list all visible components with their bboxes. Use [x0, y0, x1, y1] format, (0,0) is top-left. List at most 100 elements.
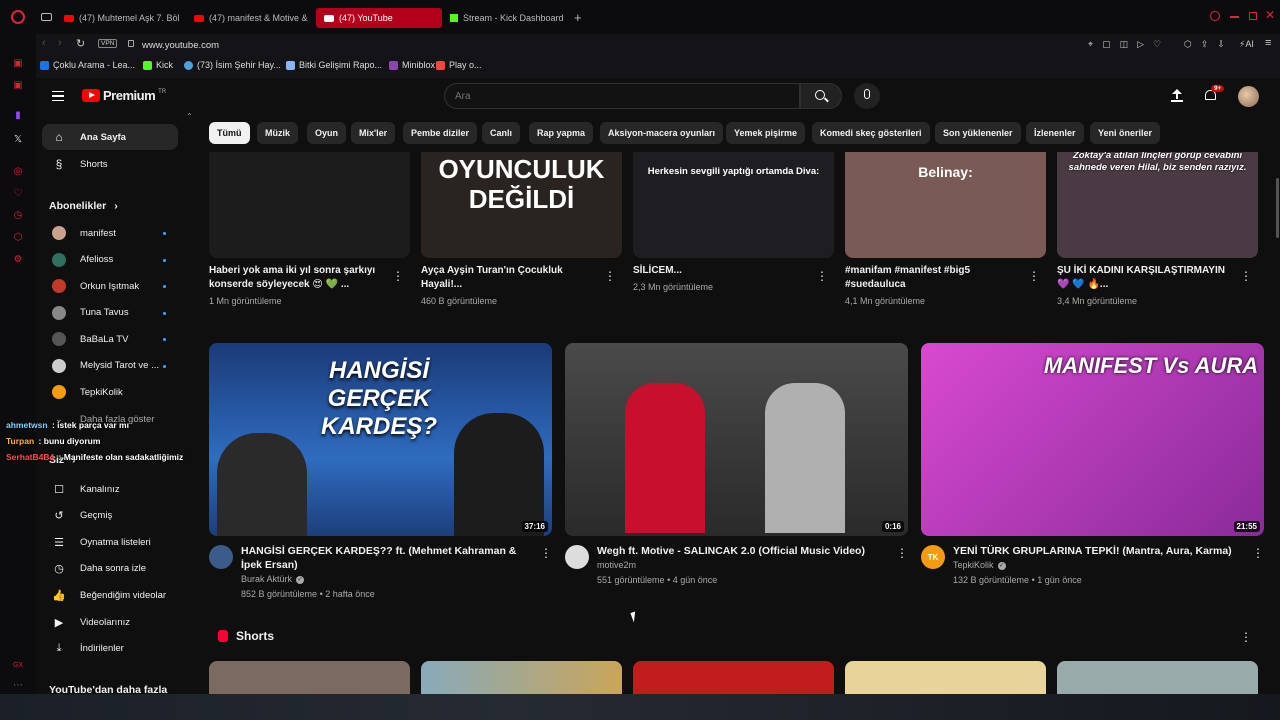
maximize-icon[interactable] — [1249, 12, 1257, 20]
sidebar-you-item[interactable]: ↺ Geçmiş — [42, 503, 178, 529]
more-actions-icon[interactable]: ⋮ — [392, 270, 404, 282]
sidebar-ai-icon[interactable]: ▣ — [12, 58, 24, 70]
bookmark-3[interactable]: (73) İsim Şehir Hay... — [184, 60, 281, 70]
sidebar-subscription[interactable]: Melysid Tarot ve ... — [42, 353, 178, 379]
more-actions-icon[interactable]: ⋮ — [816, 270, 828, 282]
more-actions-icon[interactable]: ⋮ — [896, 547, 908, 559]
sidebar-you-item[interactable]: ⤓ İndirilenler — [42, 636, 178, 662]
address-bar-actions[interactable]: ⌖▢◫▷♡ — [1088, 39, 1170, 50]
browser-tab-3-active[interactable]: (47) YouTube — [316, 8, 442, 28]
video-thumbnail[interactable]: MANIFEST Vs AURA 21:55 — [921, 343, 1264, 536]
create-upload-icon[interactable] — [1171, 88, 1183, 102]
channel-name[interactable]: motive2m — [597, 559, 636, 572]
sidebar-subscription[interactable]: TepkiKolik — [42, 379, 178, 405]
channel-name[interactable]: Burak Aktürk ✓ — [241, 573, 305, 586]
minimize-icon[interactable] — [1230, 16, 1239, 18]
filter-chip[interactable]: Son yüklenenler — [935, 122, 1021, 144]
reload-icon[interactable]: ↻ — [76, 37, 85, 50]
filter-chip[interactable]: İzlenenler — [1026, 122, 1084, 144]
short-thumbnail[interactable] — [421, 661, 622, 694]
filter-chip[interactable]: Rap yapma — [529, 122, 594, 144]
page-scrollbar[interactable] — [1276, 178, 1279, 238]
sidebar-you-item[interactable]: ◷ Daha sonra izle — [42, 556, 178, 582]
hamburger-menu-icon[interactable] — [52, 91, 64, 101]
video-thumbnail[interactable]: 0:16 — [565, 343, 908, 536]
filter-chip[interactable]: Oyun — [307, 122, 347, 144]
filter-chip[interactable]: Pembe diziler — [403, 122, 478, 144]
sidebar-subscription[interactable]: Tuna Tavus — [42, 300, 178, 326]
short-thumbnail[interactable] — [845, 661, 1046, 694]
sidebar-scroll-up-icon[interactable]: ⌃ — [186, 112, 193, 121]
bookmark-6[interactable]: Play o... — [436, 60, 482, 70]
gx-icon[interactable]: GX — [12, 660, 24, 672]
sidebar-aria-icon[interactable]: ▣ — [12, 80, 24, 92]
channel-avatar[interactable] — [565, 545, 589, 569]
sidebar-you-item[interactable]: ☰ Oynatma listeleri — [42, 529, 178, 555]
filter-chip[interactable]: Müzik — [257, 122, 299, 144]
sidebar-you-item[interactable]: ☐ Kanalınız — [42, 476, 178, 502]
ai-button[interactable]: ⚡AI — [1239, 39, 1254, 50]
channel-name[interactable]: TepkiKolik ✓ — [953, 559, 1006, 572]
sidebar-you-item[interactable]: 👍 Beğendiğim videolar — [42, 582, 178, 608]
subscriptions-heading[interactable]: Abonelikler › — [49, 200, 118, 212]
video-title[interactable]: Wegh ft. Motive - SALINCAK 2.0 (Official… — [597, 544, 887, 558]
filter-chip[interactable]: Aksiyon-macera oyunları — [600, 122, 724, 144]
bookmark-4[interactable]: Bitki Gelişimi Rapo... — [286, 60, 382, 70]
sidebar-cube-icon[interactable]: ⬡ — [12, 232, 24, 244]
shorts-more-icon[interactable]: ⋮ — [1240, 631, 1252, 643]
back-icon[interactable]: ‹ — [42, 37, 46, 49]
more-actions-icon[interactable]: ⋮ — [1252, 547, 1264, 559]
sidebar-history-icon[interactable]: ◷ — [12, 210, 24, 222]
video-thumbnail[interactable]: Belinay: — [845, 152, 1046, 258]
video-title[interactable]: SİLİCEM... — [633, 264, 813, 278]
voice-search-button[interactable] — [854, 83, 880, 109]
sidebar-more-icon[interactable]: ⋯ — [12, 680, 24, 692]
channel-avatar[interactable] — [209, 545, 233, 569]
search-input[interactable] — [445, 84, 785, 108]
sidebar-subscription[interactable]: Afelioss — [42, 247, 178, 273]
short-thumbnail[interactable] — [633, 661, 834, 694]
sidebar-heart-icon[interactable]: ♡ — [12, 188, 24, 200]
sidebar-subscription[interactable]: Orkun Işıtmak — [42, 273, 178, 299]
more-actions-icon[interactable]: ⋮ — [1028, 270, 1040, 282]
tab-search-icon[interactable] — [1210, 11, 1220, 21]
browser-tab-2[interactable]: (47) manifest & Motive & P — [194, 8, 310, 28]
vpn-badge[interactable]: VPN — [98, 39, 118, 48]
video-thumbnail[interactable]: Zoktay'a atılan linçleri görüp cevabını … — [1057, 152, 1258, 258]
tab-overview-icon[interactable] — [41, 13, 52, 21]
forward-icon[interactable]: › — [58, 37, 62, 49]
filter-chip[interactable]: Canlı — [482, 122, 521, 144]
browser-menu-icon[interactable]: ≡ — [1265, 37, 1271, 49]
video-thumbnail[interactable]: HANGİSİ GERÇEK KARDEŞ? 37:16 — [209, 343, 552, 536]
avatar[interactable] — [1238, 86, 1259, 107]
browser-tab-1[interactable]: (47) Muhtemel Aşk 7. Bölü — [64, 8, 180, 28]
x-twitter-icon[interactable]: 𝕏 — [12, 134, 24, 146]
bookmark-1[interactable]: Çoklu Arama - Lea... — [40, 60, 135, 70]
filter-chip[interactable]: Yemek pişirme — [726, 122, 806, 144]
close-window-icon[interactable]: ✕ — [1265, 8, 1275, 22]
video-thumbnail[interactable]: OYUNCULUK DEĞİLDİ — [421, 152, 622, 258]
video-title[interactable]: #manifam #manifest #big5 #suedauluca — [845, 264, 1025, 292]
sidebar-subscription[interactable]: BaBaLa TV — [42, 326, 178, 352]
new-tab-plus-icon[interactable]: + — [574, 10, 582, 25]
channel-avatar[interactable]: TK — [921, 545, 945, 569]
extension-icons[interactable]: ⬡⇪⇩ — [1184, 39, 1234, 50]
video-title[interactable]: Haberi yok ama iki yıl sonra şarkıyı kon… — [209, 264, 389, 292]
video-title[interactable]: HANGİSİ GERÇEK KARDEŞ?? ft. (Mehmet Kahr… — [241, 544, 531, 572]
sidebar-subscription[interactable]: manifest — [42, 220, 178, 246]
more-actions-icon[interactable]: ⋮ — [1240, 270, 1252, 282]
more-actions-icon[interactable]: ⋮ — [540, 547, 552, 559]
sidebar-circle-icon[interactable]: ◎ — [12, 166, 24, 178]
search-box[interactable] — [444, 83, 800, 109]
video-title[interactable]: YENİ TÜRK GRUPLARINA TEPKİ! (Mantra, Aur… — [953, 544, 1243, 558]
bookmark-2[interactable]: Kick — [143, 60, 173, 70]
opera-logo-icon[interactable] — [11, 10, 25, 24]
video-title[interactable]: ŞU İKİ KADINI KARŞILAŞTIRMAYIN 💜 💙 🔥... — [1057, 264, 1237, 292]
filter-chip[interactable]: Tümü — [209, 122, 250, 144]
video-thumbnail[interactable] — [209, 152, 410, 258]
url-input[interactable] — [142, 37, 742, 53]
sidebar-you-item[interactable]: ▶ Videolarınız — [42, 609, 178, 635]
short-thumbnail[interactable] — [1057, 661, 1258, 694]
browser-tab-4[interactable]: Stream - Kick Dashboard — [450, 8, 570, 28]
bookmark-5[interactable]: Miniblox — [389, 60, 435, 70]
